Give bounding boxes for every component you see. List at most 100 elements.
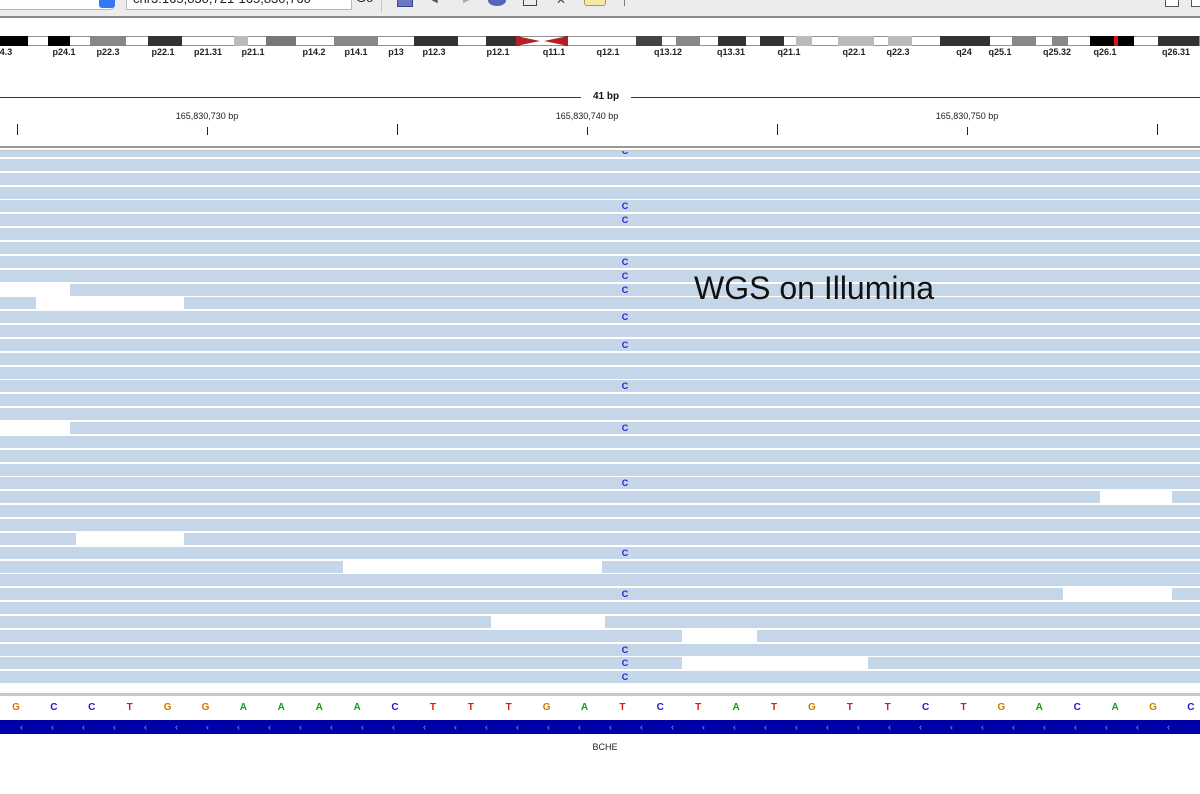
mismatch-base: C <box>621 284 629 295</box>
mismatch-base: C <box>621 270 629 281</box>
aligned-read[interactable] <box>757 629 1200 642</box>
window-icon[interactable] <box>1165 0 1179 7</box>
reference-base: G <box>542 702 551 713</box>
aligned-read[interactable] <box>184 532 1200 545</box>
aligned-read[interactable] <box>0 518 1200 531</box>
aligned-read[interactable] <box>0 366 1200 379</box>
ideogram-band-label: q25.1 <box>988 47 1012 57</box>
ideogram-band-label: p13 <box>388 47 404 57</box>
strand-arrow-icon: ‹ <box>609 722 612 732</box>
aligned-read[interactable] <box>0 615 491 628</box>
aligned-read[interactable] <box>0 532 76 545</box>
aligned-read[interactable] <box>0 297 36 310</box>
aligned-read[interactable] <box>0 228 1200 241</box>
aligned-read[interactable] <box>0 338 1200 351</box>
aligned-read[interactable] <box>0 325 1200 338</box>
aligned-read[interactable] <box>0 505 1200 518</box>
aligned-read[interactable] <box>0 151 1200 157</box>
strand-arrow-icon: ‹ <box>1105 722 1108 732</box>
aligned-read[interactable] <box>0 255 1200 268</box>
reference-base: T <box>695 702 702 713</box>
strand-arrow-icon: ‹ <box>826 722 829 732</box>
aligned-read[interactable] <box>0 588 1063 601</box>
toolbar-border <box>0 16 1200 18</box>
alignment-track[interactable]: CCCCCCCCCCCCCCCC <box>0 151 1200 693</box>
toolbar-divider <box>381 0 382 12</box>
refresh-icon[interactable] <box>488 0 506 6</box>
aligned-read[interactable] <box>184 297 1200 310</box>
aligned-read[interactable] <box>0 657 682 670</box>
strand-arrow-icon: ‹ <box>1136 722 1139 732</box>
ideogram-band-label: q13.31 <box>716 47 746 57</box>
ruler-tick <box>967 127 968 135</box>
genome-dropdown[interactable] <box>0 0 114 10</box>
mismatch-base: C <box>621 312 629 323</box>
aligned-read[interactable] <box>0 200 1200 213</box>
gene-feature-bar[interactable] <box>0 720 1200 734</box>
aligned-read[interactable] <box>0 241 1200 254</box>
reference-base: G <box>12 702 20 713</box>
track-divider <box>0 693 1200 696</box>
aligned-read[interactable] <box>0 269 1200 282</box>
aligned-read[interactable] <box>868 657 1200 670</box>
forward-arrow-icon[interactable]: ▶ <box>463 0 471 5</box>
home-icon[interactable] <box>397 0 413 7</box>
reference-base: T <box>467 702 474 713</box>
reference-base: G <box>997 702 1006 713</box>
aligned-read[interactable] <box>0 546 1200 559</box>
reference-base: C <box>921 702 930 713</box>
strand-arrow-icon: ‹ <box>175 722 178 732</box>
mismatch-base: C <box>621 672 629 683</box>
strand-arrow-icon: ‹ <box>423 722 426 732</box>
aligned-read[interactable] <box>0 172 1200 185</box>
strand-arrow-icon: ‹ <box>361 722 364 732</box>
aligned-read[interactable] <box>0 477 1200 490</box>
chromosome-ideogram[interactable] <box>0 36 1200 46</box>
aligned-read[interactable] <box>0 311 1200 324</box>
window-icon[interactable] <box>1191 0 1200 7</box>
chevron-down-icon[interactable] <box>99 0 115 8</box>
aligned-read[interactable] <box>0 574 1200 587</box>
mismatch-base: C <box>621 644 629 655</box>
aligned-read[interactable] <box>0 214 1200 227</box>
strand-arrow-icon: ‹ <box>733 722 736 732</box>
aligned-read[interactable] <box>0 435 1200 448</box>
aligned-read[interactable] <box>0 463 1200 476</box>
resize-icon[interactable]: ✕ <box>556 0 566 7</box>
aligned-read[interactable] <box>0 186 1200 199</box>
aligned-read[interactable] <box>1172 588 1200 601</box>
aligned-read[interactable] <box>0 643 1200 656</box>
ideogram-band-label: p12.3 <box>422 47 446 57</box>
reference-base: T <box>960 702 967 713</box>
aligned-read[interactable] <box>605 615 1200 628</box>
reference-base: C <box>1073 702 1081 713</box>
back-arrow-icon[interactable]: ◀ <box>430 0 438 5</box>
go-button[interactable]: Go <box>356 0 373 4</box>
aligned-read[interactable] <box>0 671 1200 684</box>
popup-info-icon[interactable] <box>584 0 606 6</box>
aligned-read[interactable] <box>0 602 1200 615</box>
aligned-read[interactable] <box>70 283 1200 296</box>
aligned-read[interactable] <box>0 449 1200 462</box>
aligned-read[interactable] <box>0 158 1200 171</box>
aligned-read[interactable] <box>0 560 343 573</box>
mismatch-base: C <box>621 215 629 226</box>
reference-base: A <box>353 702 361 713</box>
aligned-read[interactable] <box>0 629 682 642</box>
reference-base: T <box>884 702 891 713</box>
aligned-read[interactable] <box>0 352 1200 365</box>
locus-input[interactable]: chr3:165,830,721-165,830,760 <box>126 0 352 10</box>
reference-base: T <box>619 702 626 713</box>
region-of-interest-icon[interactable] <box>523 0 537 6</box>
aligned-read[interactable] <box>0 491 1100 504</box>
toolbar-divider <box>624 0 625 6</box>
aligned-read[interactable] <box>1172 491 1200 504</box>
strand-arrow-icon: ‹ <box>454 722 457 732</box>
aligned-read[interactable] <box>0 408 1200 421</box>
aligned-read[interactable] <box>0 380 1200 393</box>
aligned-read[interactable] <box>0 394 1200 407</box>
ideogram-band-label: 4.3 <box>0 47 13 57</box>
reference-base: C <box>88 702 96 713</box>
aligned-read[interactable] <box>602 560 1200 573</box>
aligned-read[interactable] <box>70 422 1200 434</box>
